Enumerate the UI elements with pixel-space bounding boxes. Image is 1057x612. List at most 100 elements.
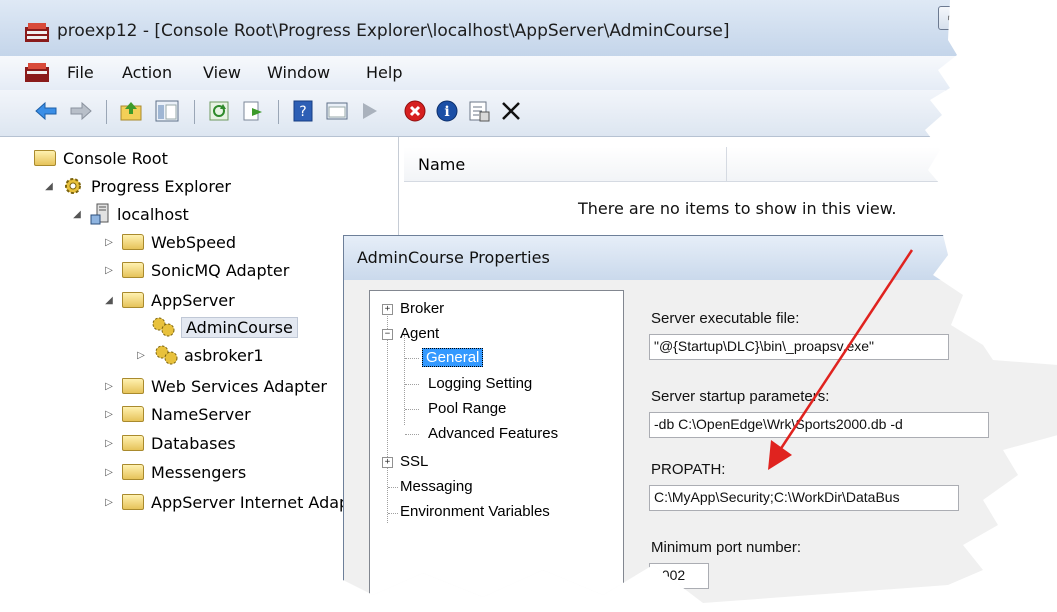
tree-item-ssl[interactable]: SSL xyxy=(400,453,428,470)
show-hide-tree-icon[interactable] xyxy=(154,98,180,124)
svg-text:i: i xyxy=(444,104,449,120)
expand-icon[interactable]: ▷ xyxy=(102,467,116,478)
tree-node-label: AppServer xyxy=(151,290,235,310)
gear-icon xyxy=(65,178,81,194)
propath-label: PROPATH: xyxy=(651,461,726,478)
tree-node-label: AdminCourse xyxy=(181,316,298,338)
tree-node-label: Web Services Adapter xyxy=(151,376,327,396)
expand-icon[interactable]: ▷ xyxy=(102,237,116,248)
minimize-button[interactable]: ▭ xyxy=(938,6,968,30)
app-icon xyxy=(25,23,49,42)
collapse-icon[interactable]: ◢ xyxy=(70,209,84,220)
tree-node-databases[interactable]: ▷ Databases xyxy=(102,430,236,456)
folder-icon xyxy=(122,406,144,422)
window-title: proexp12 - [Console Root\Progress Explor… xyxy=(57,21,730,41)
tree-node-asbroker1[interactable]: ▷ asbroker1 xyxy=(134,342,264,368)
tree-node-label: AppServer Internet Adapter xyxy=(151,492,372,512)
tree-item-logging-setting[interactable]: Logging Setting xyxy=(428,375,532,392)
properties-icon[interactable] xyxy=(466,98,492,124)
expand-icon[interactable]: ▷ xyxy=(102,265,116,276)
tree-node-admincourse[interactable]: AdminCourse xyxy=(151,314,298,340)
tree-node-label: NameServer xyxy=(151,404,251,424)
expand-icon[interactable]: ▷ xyxy=(102,381,116,392)
expand-icon[interactable]: + xyxy=(382,304,393,315)
tree-node-appserver-internet-adapter[interactable]: ▷ AppServer Internet Adapter xyxy=(102,489,372,515)
folder-icon xyxy=(122,234,144,250)
startup-params-field[interactable]: -db C:\OpenEdge\Wrk\Sports2000.db -d xyxy=(649,412,989,438)
menu-bar: File Action View Window Help xyxy=(0,56,1005,91)
tree-node-nameserver[interactable]: ▷ NameServer xyxy=(102,401,251,427)
property-category-tree: + Broker − Agent General Logging Setting… xyxy=(369,290,624,603)
tree-item-general[interactable]: General xyxy=(422,348,484,367)
tree-node-appserver[interactable]: ◢ AppServer xyxy=(102,287,235,313)
tree-node-label: asbroker1 xyxy=(184,345,264,365)
broker-gears-icon xyxy=(152,317,175,337)
tree-node-sonicmq-adapter[interactable]: ▷ SonicMQ Adapter xyxy=(102,257,289,283)
column-header-name[interactable]: Name xyxy=(418,155,465,174)
expand-icon[interactable]: + xyxy=(382,457,393,468)
tree-node-label: SonicMQ Adapter xyxy=(151,260,290,280)
tree-item-advanced-features[interactable]: Advanced Features xyxy=(428,425,558,442)
info-icon[interactable]: i xyxy=(434,98,460,124)
tree-node-messengers[interactable]: ▷ Messengers xyxy=(102,459,246,485)
window-controls: ▭ ▢ xyxy=(938,6,1000,30)
menu-action[interactable]: Action xyxy=(122,63,172,82)
expand-icon[interactable]: ▷ xyxy=(134,350,148,361)
properties-dialog: AdminCourse Properties + Broker − Agent … xyxy=(343,235,1057,603)
menu-view[interactable]: View xyxy=(203,63,241,82)
maximize-button[interactable]: ▢ xyxy=(970,6,1000,30)
stop-icon[interactable] xyxy=(402,98,428,124)
column-divider[interactable] xyxy=(726,147,727,181)
tree-node-localhost[interactable]: ◢ localhost xyxy=(70,201,189,227)
tree-item-pool-range[interactable]: Pool Range xyxy=(428,400,506,417)
empty-list-message: There are no items to show in this view. xyxy=(578,199,897,218)
tree-node-label: Messengers xyxy=(151,462,247,482)
tree-node-progress-explorer[interactable]: ◢ Progress Explorer xyxy=(42,173,231,199)
console-menu-icon[interactable] xyxy=(24,61,50,83)
min-port-label: Minimum port number: xyxy=(651,539,802,556)
delete-icon[interactable] xyxy=(498,98,524,124)
startup-params-label: Server startup parameters: xyxy=(651,388,830,405)
tree-node-web-services-adapter[interactable]: ▷ Web Services Adapter xyxy=(102,373,327,399)
start-icon[interactable] xyxy=(356,98,382,124)
collapse-icon[interactable]: ◢ xyxy=(42,181,56,192)
tree-node-label: localhost xyxy=(117,204,189,224)
broker-gears-icon xyxy=(155,345,178,365)
expand-icon[interactable]: ▷ xyxy=(102,409,116,420)
server-exec-label: Server executable file: xyxy=(651,310,800,327)
up-folder-icon[interactable] xyxy=(118,98,144,124)
console-icon[interactable] xyxy=(324,98,350,124)
tree-node-console-root[interactable]: Console Root xyxy=(34,145,168,171)
help-icon[interactable]: ? xyxy=(290,98,316,124)
back-icon[interactable] xyxy=(33,98,59,124)
propath-field[interactable]: C:\MyApp\Security;C:\WorkDir\DataBus xyxy=(649,485,959,511)
list-header: Name xyxy=(404,147,1005,182)
folder-icon xyxy=(122,292,144,308)
tree-node-label: Console Root xyxy=(63,148,168,168)
tree-node-label: Progress Explorer xyxy=(91,176,231,196)
title-bar: proexp12 - [Console Root\Progress Explor… xyxy=(0,0,1005,56)
expand-icon[interactable]: ▷ xyxy=(102,438,116,449)
collapse-icon[interactable]: − xyxy=(382,329,393,340)
folder-icon xyxy=(122,464,144,480)
menu-window[interactable]: Window xyxy=(267,63,330,82)
folder-icon xyxy=(122,435,144,451)
tree-node-label: Databases xyxy=(151,433,236,453)
forward-icon[interactable] xyxy=(68,98,94,124)
tree-item-messaging[interactable]: Messaging xyxy=(400,478,473,495)
folder-icon xyxy=(34,150,56,166)
menu-file[interactable]: File xyxy=(67,63,94,82)
tree-node-webspeed[interactable]: ▷ WebSpeed xyxy=(102,229,236,255)
export-list-icon[interactable] xyxy=(240,98,266,124)
collapse-icon[interactable]: ◢ xyxy=(102,295,116,306)
tree-node-label: WebSpeed xyxy=(151,232,237,252)
refresh-icon[interactable] xyxy=(206,98,232,124)
tree-item-broker[interactable]: Broker xyxy=(400,300,444,317)
server-exec-field[interactable]: "@{Startup\DLC}\bin\_proapsv.exe" xyxy=(649,334,949,360)
console-tree: Console Root ◢ Progress Explorer ◢ local… xyxy=(22,137,399,603)
tree-item-agent[interactable]: Agent xyxy=(400,325,439,342)
expand-icon[interactable]: ▷ xyxy=(102,497,116,508)
tree-item-environment-variables[interactable]: Environment Variables xyxy=(400,503,550,520)
menu-help[interactable]: Help xyxy=(366,63,402,82)
folder-icon xyxy=(122,494,144,510)
